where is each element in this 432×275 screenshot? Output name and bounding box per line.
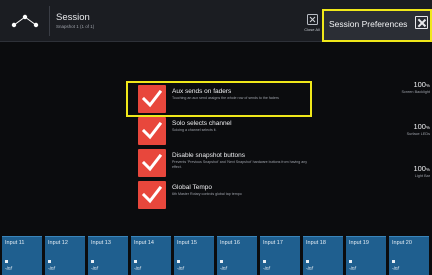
close-all-label: Close All [304,27,320,32]
channel-name: Input 15 [177,240,197,246]
page-title: Session [56,12,90,23]
channel-indicator-icon [5,260,8,263]
screen-backlight-value: 100 [413,80,426,89]
checkmark-icon [142,122,162,140]
channel-input-18[interactable]: Input 18 -inf [303,236,343,275]
light-bar-unit: % [425,167,430,172]
channel-input-14[interactable]: Input 14 -inf [131,236,171,275]
channel-indicator-icon [48,260,51,263]
option-description: Touching an aux send assigns the whole r… [172,96,279,100]
channel-indicator-icon [177,260,180,263]
solo-selects-checkbox[interactable] [138,117,166,145]
channel-level: -inf [91,266,98,272]
surface-leds-control[interactable]: 100% Surface LEDs [407,122,430,136]
close-preferences-icon[interactable] [415,16,428,29]
checkmark-icon [142,90,162,108]
channel-level: -inf [48,266,55,272]
channel-name: Input 17 [263,240,283,246]
channel-level: -inf [220,266,227,272]
surface-leds-unit: % [425,125,430,130]
disable-snapshot-checkbox[interactable] [138,149,166,177]
channel-input-13[interactable]: Input 13 -inf [88,236,128,275]
channel-indicator-icon [349,260,352,263]
global-tempo-checkbox[interactable] [138,181,166,209]
option-global-tempo: Global Tempo 6th Master Rotary controls … [132,181,312,211]
channel-input-19[interactable]: Input 19 -inf [346,236,386,275]
channel-input-16[interactable]: Input 16 -inf [217,236,257,275]
channel-indicator-icon [306,260,309,263]
close-all-icon [306,14,318,25]
option-label: Disable snapshot buttons [172,152,245,159]
light-bar-label: Light Bar [414,174,430,178]
channel-name: Input 11 [5,240,25,246]
option-aux-sends-on-faders: Aux sends on faders Touching an aux send… [132,85,312,115]
aux-sends-checkbox[interactable] [138,85,166,113]
channel-name: Input 19 [349,240,369,246]
surface-leds-value: 100 [413,122,426,131]
checkmark-icon [142,154,162,172]
checkmark-icon [142,186,162,204]
header-divider [49,6,50,36]
channel-indicator-icon [392,260,395,263]
channel-level: -inf [306,266,313,272]
close-all-button[interactable]: Close All [302,14,322,36]
option-label: Solo selects channel [172,120,232,127]
channel-name: Input 18 [306,240,326,246]
channel-name: Input 20 [392,240,412,246]
surface-leds-label: Surface LEDs [406,132,430,136]
channel-indicator-icon [220,260,223,263]
option-label: Aux sends on faders [172,88,232,95]
session-preferences-title: Session Preferences [329,19,408,29]
channel-level: -inf [134,266,141,272]
channel-name: Input 12 [48,240,68,246]
channel-level: -inf [263,266,270,272]
channel-level: -inf [5,266,12,272]
channel-input-20[interactable]: Input 20 -inf [389,236,429,275]
screen-backlight-unit: % [425,83,430,88]
screen-backlight-control[interactable]: 100% Screen Backlight [402,80,431,94]
option-description: Soloing a channel selects it. [172,128,217,132]
network-icon [11,14,39,28]
option-description: Prevents 'Previous Snapshot' and 'Next S… [172,160,307,169]
option-disable-snapshot-buttons: Disable snapshot buttons Prevents 'Previ… [132,149,312,179]
session-preferences-tab: Session Preferences [322,9,432,42]
channel-indicator-icon [134,260,137,263]
channel-name: Input 13 [91,240,111,246]
snapshot-subtitle: Snapshot 1 (1 of 1) [56,24,95,29]
channel-name: Input 16 [220,240,240,246]
channel-input-12[interactable]: Input 12 -inf [45,236,85,275]
channel-level: -inf [349,266,356,272]
channel-input-15[interactable]: Input 15 -inf [174,236,214,275]
channel-input-11[interactable]: Input 11 -inf [2,236,42,275]
channel-level: -inf [392,266,399,272]
channel-indicator-icon [263,260,266,263]
option-label: Global Tempo [172,184,212,191]
channel-strip: Input 11 -inf Input 12 -inf Input 13 -in… [0,234,432,275]
network-logo-button[interactable] [4,8,46,34]
screen-backlight-label: Screen Backlight [401,90,431,94]
light-bar-control[interactable]: 100% Light Bar [413,164,430,178]
channel-input-17[interactable]: Input 17 -inf [260,236,300,275]
channel-name: Input 14 [134,240,154,246]
option-description: 6th Master Rotary controls global tap te… [172,192,242,196]
light-bar-value: 100 [413,164,426,173]
option-solo-selects-channel: Solo selects channel Soloing a channel s… [132,117,312,147]
channel-level: -inf [177,266,184,272]
channel-indicator-icon [91,260,94,263]
